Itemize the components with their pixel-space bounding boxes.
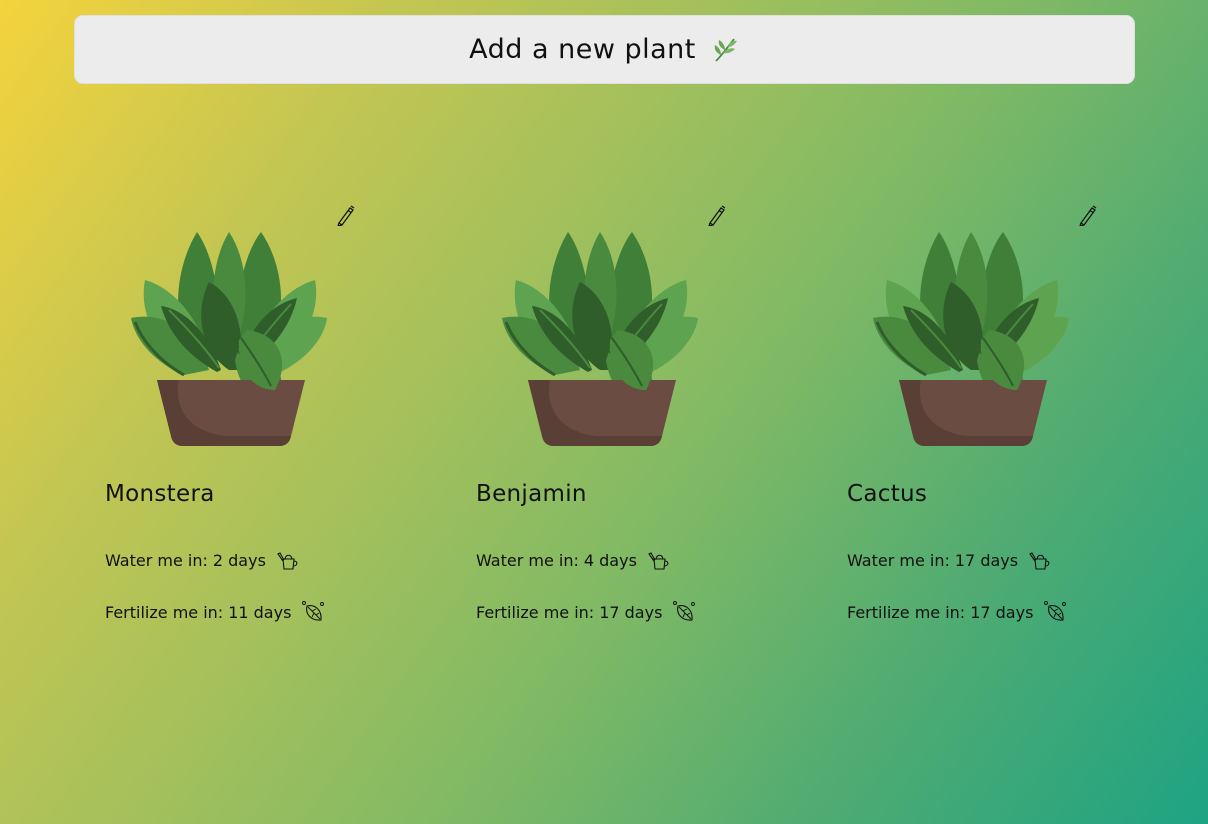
fertilize-label: Fertilize me in: bbox=[476, 602, 595, 622]
fertilize-label: Fertilize me in: bbox=[105, 602, 224, 622]
leaf-icon[interactable] bbox=[301, 600, 325, 624]
herb-icon bbox=[710, 35, 740, 65]
plant-illustration bbox=[871, 210, 1071, 448]
water-label: Water me in: bbox=[476, 550, 579, 570]
add-plant-button[interactable]: Add a new plant bbox=[74, 15, 1135, 84]
plant-illustration bbox=[500, 210, 700, 448]
fertilize-label: Fertilize me in: bbox=[847, 602, 966, 622]
water-label: Water me in: bbox=[847, 550, 950, 570]
plant-name: Benjamin bbox=[476, 481, 587, 507]
plant-card: Cactus Water me in: 17 days Fertilize me… bbox=[847, 190, 1137, 650]
water-row: Water me in: 4 days bbox=[476, 548, 671, 572]
edit-button[interactable] bbox=[704, 202, 728, 228]
fertilize-row: Fertilize me in: 17 days bbox=[847, 600, 1067, 624]
water-row: Water me in: 17 days bbox=[847, 548, 1052, 572]
leaf-icon[interactable] bbox=[1043, 600, 1067, 624]
pencil-icon bbox=[708, 205, 726, 226]
plant-card: Monstera Water me in: 2 days Fertilize m… bbox=[105, 190, 395, 650]
plant-card: Benjamin Water me in: 4 days Fertilize m… bbox=[476, 190, 766, 650]
fertilize-days: 11 days bbox=[228, 602, 292, 622]
fertilize-row: Fertilize me in: 17 days bbox=[476, 600, 696, 624]
pencil-icon bbox=[337, 205, 355, 226]
water-label: Water me in: bbox=[105, 550, 208, 570]
fertilize-row: Fertilize me in: 11 days bbox=[105, 600, 325, 624]
water-row: Water me in: 2 days bbox=[105, 548, 300, 572]
leaf-icon[interactable] bbox=[672, 600, 696, 624]
watering-can-icon[interactable] bbox=[647, 548, 671, 572]
watering-can-icon[interactable] bbox=[1028, 548, 1052, 572]
water-days: 4 days bbox=[583, 550, 637, 570]
edit-button[interactable] bbox=[1075, 202, 1099, 228]
water-days: 17 days bbox=[954, 550, 1019, 570]
plant-illustration bbox=[129, 210, 329, 448]
plant-name: Cactus bbox=[847, 481, 928, 507]
fertilize-days: 17 days bbox=[970, 602, 1034, 622]
fertilize-days: 17 days bbox=[599, 602, 663, 622]
water-days: 2 days bbox=[212, 550, 266, 570]
add-plant-label: Add a new plant bbox=[469, 34, 696, 65]
pencil-icon bbox=[1079, 205, 1097, 226]
watering-can-icon[interactable] bbox=[276, 548, 300, 572]
edit-button[interactable] bbox=[333, 202, 357, 228]
plant-name: Monstera bbox=[105, 481, 215, 507]
